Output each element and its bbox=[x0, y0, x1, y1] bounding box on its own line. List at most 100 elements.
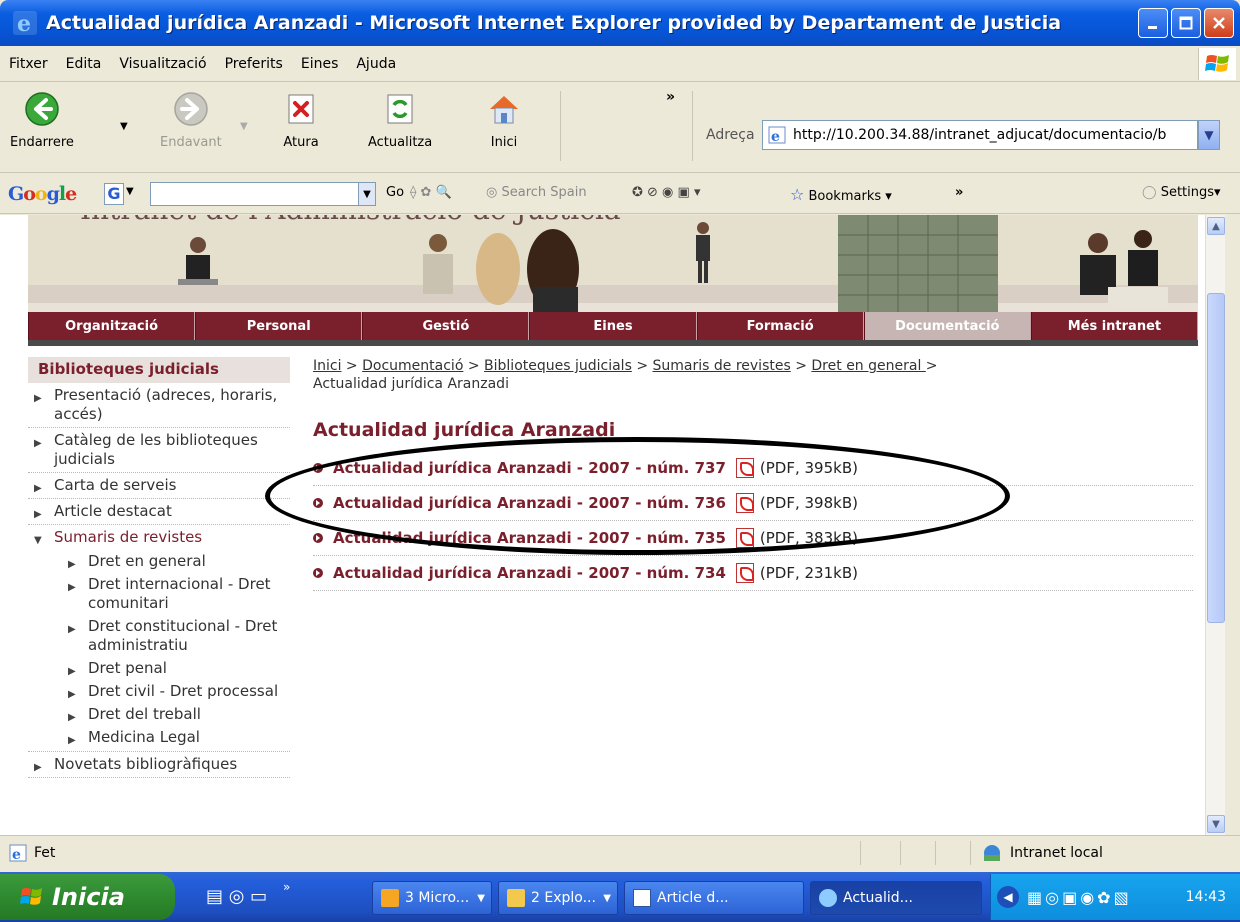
scroll-up-button[interactable]: ▲ bbox=[1207, 217, 1225, 235]
pdf-icon[interactable] bbox=[735, 528, 754, 548]
back-dropdown-icon[interactable]: ▼ bbox=[120, 121, 128, 132]
breadcrumb-inici[interactable]: Inici bbox=[313, 358, 341, 374]
sidebar-subitem-dret-penal[interactable]: ▶ Dret penal bbox=[28, 657, 290, 680]
address-dropdown-button[interactable]: ▼ bbox=[1198, 120, 1220, 150]
task-outlook[interactable]: 3 Micro... ▼ bbox=[372, 881, 492, 915]
google-menu-button[interactable]: G bbox=[104, 183, 124, 205]
pdf-icon[interactable] bbox=[735, 458, 754, 478]
google-go-button[interactable]: Go bbox=[386, 185, 404, 200]
task-word[interactable]: Article d... bbox=[624, 881, 804, 915]
sidebar-subitem-dret-treball[interactable]: ▶ Dret del treball bbox=[28, 703, 290, 726]
menu-file[interactable]: Fitxer bbox=[0, 56, 57, 72]
sidebar-item-presentacio[interactable]: ▶ Presentació (adreces, horaris, accés) bbox=[28, 383, 290, 428]
forward-dropdown-icon[interactable]: ▼ bbox=[240, 121, 248, 132]
sidebar-item-novetats[interactable]: ▶ Novetats bibliogràfiques bbox=[28, 752, 290, 778]
banner-people-figures bbox=[423, 229, 579, 319]
address-input[interactable]: e http://10.200.34.88/intranet_adjucat/d… bbox=[762, 120, 1198, 150]
svg-text:e: e bbox=[771, 129, 780, 145]
breadcrumb-biblioteques[interactable]: Biblioteques judicials bbox=[484, 358, 632, 374]
google-search-dropdown[interactable]: ▼ bbox=[358, 182, 376, 206]
nav-documentacio[interactable]: Documentació bbox=[863, 312, 1031, 340]
intranet-banner: Intranet de l'Administració de Justícia bbox=[28, 215, 1198, 320]
document-link[interactable]: Actualidad jurídica Aranzadi - 2007 - nú… bbox=[333, 564, 726, 582]
sidebar-item-label: Article destacat bbox=[54, 502, 172, 520]
start-button[interactable]: Inicia bbox=[0, 874, 175, 920]
bookmarks-button[interactable]: ☆ Bookmarks ▾ bbox=[790, 185, 892, 204]
scroll-down-button[interactable]: ▼ bbox=[1207, 815, 1225, 833]
sidebar-item-cataleg[interactable]: ▶ Catàleg de les biblioteques judicials bbox=[28, 428, 290, 473]
sidebar-subitem-dret-constitucional[interactable]: ▶ Dret constitucional - Dret administrati… bbox=[28, 615, 290, 657]
back-label: Endarrere bbox=[10, 135, 74, 150]
forward-arrow-icon bbox=[174, 92, 208, 126]
google-toolbar-overflow[interactable]: » bbox=[955, 185, 963, 200]
pdf-icon[interactable] bbox=[735, 493, 754, 513]
maximize-button[interactable] bbox=[1171, 8, 1201, 38]
sidebar-item-carta-serveis[interactable]: ▶ Carta de serveis bbox=[28, 473, 290, 499]
nav-mes-intranet[interactable]: Més intranet bbox=[1030, 312, 1198, 340]
nav-formacio[interactable]: Formació bbox=[696, 312, 864, 340]
menu-view[interactable]: Visualització bbox=[110, 56, 215, 72]
refresh-button[interactable]: Actualitza bbox=[368, 91, 432, 150]
sidebar-heading[interactable]: Biblioteques judicials bbox=[28, 357, 290, 383]
minimize-button[interactable] bbox=[1138, 8, 1168, 38]
breadcrumb-sumaris[interactable]: Sumaris de revistes bbox=[653, 358, 791, 374]
task-internet-explorer[interactable]: Actualid... bbox=[810, 881, 982, 915]
scroll-thumb[interactable] bbox=[1207, 293, 1225, 623]
pdf-icon[interactable] bbox=[735, 563, 754, 583]
quick-launch-overflow[interactable]: » bbox=[283, 880, 290, 894]
task-explorer[interactable]: 2 Explo... ▼ bbox=[498, 881, 618, 915]
triangle-right-icon: ▶ bbox=[34, 483, 42, 494]
sidebar-item-article-destacat[interactable]: ▶ Article destacat bbox=[28, 499, 290, 525]
google-logo[interactable]: Google bbox=[8, 183, 77, 205]
task-group-dropdown-icon: ▼ bbox=[603, 892, 611, 904]
menu-help[interactable]: Ajuda bbox=[347, 56, 405, 72]
main-navigation: Organització Personal Gestió Eines Forma… bbox=[28, 312, 1198, 340]
google-extras-icon[interactable]: ✪ ⊘ ◉ ▣ ▾ bbox=[632, 185, 700, 200]
back-button[interactable]: Endarrere bbox=[10, 91, 74, 150]
google-menu-dropdown-icon[interactable]: ▼ bbox=[126, 186, 134, 197]
sidebar-subitem-dret-internacional[interactable]: ▶ Dret internacional - Dret comunitari bbox=[28, 573, 290, 615]
menu-tools[interactable]: Eines bbox=[292, 56, 348, 72]
nav-gestio[interactable]: Gestió bbox=[362, 312, 530, 340]
page-title: Actualidad jurídica Aranzadi bbox=[313, 419, 616, 441]
sidebar-subitem-dret-civil[interactable]: ▶ Dret civil - Dret processal bbox=[28, 680, 290, 703]
triangle-right-icon: ▶ bbox=[34, 509, 42, 520]
banner-person-figure bbox=[178, 237, 218, 285]
breadcrumb-dret-general[interactable]: Dret en general bbox=[811, 358, 925, 374]
word-icon bbox=[633, 889, 651, 907]
window-title-bar[interactable]: e Actualidad jurídica Aranzadi - Microso… bbox=[0, 0, 1240, 46]
google-search-input[interactable] bbox=[150, 182, 360, 206]
menu-edit[interactable]: Edita bbox=[57, 56, 111, 72]
document-link[interactable]: Actualidad jurídica Aranzadi - 2007 - nú… bbox=[333, 494, 726, 512]
home-button[interactable]: Inici bbox=[486, 91, 522, 150]
forward-button[interactable]: Endavant bbox=[160, 91, 222, 150]
document-link[interactable]: Actualidad jurídica Aranzadi - 2007 - nú… bbox=[333, 529, 726, 547]
nav-organitzacio[interactable]: Organització bbox=[28, 312, 196, 340]
triangle-right-icon: ▶ bbox=[68, 735, 76, 746]
document-link[interactable]: Actualidad jurídica Aranzadi - 2007 - nú… bbox=[333, 459, 726, 477]
page-viewport[interactable]: Intranet de l'Administració de Justícia bbox=[0, 215, 1205, 835]
sidebar-subitem-medicina-legal[interactable]: ▶ Medicina Legal bbox=[28, 726, 290, 749]
triangle-right-icon: ▶ bbox=[34, 393, 42, 404]
sidebar-item-label: Catàleg de les biblioteques judicials bbox=[54, 431, 258, 468]
toolbar-overflow-button[interactable]: » bbox=[666, 89, 675, 105]
clock[interactable]: 14:43 bbox=[1186, 889, 1226, 905]
sidebar-subitem-label: Dret del treball bbox=[88, 705, 201, 723]
task-group-dropdown-icon: ▼ bbox=[477, 892, 485, 904]
close-button[interactable] bbox=[1204, 8, 1234, 38]
menu-favorites[interactable]: Preferits bbox=[216, 56, 292, 72]
google-search-site-button[interactable]: ◎ Search Spain bbox=[486, 185, 587, 200]
nav-personal[interactable]: Personal bbox=[195, 312, 363, 340]
vertical-scrollbar[interactable]: ▲ ▼ bbox=[1205, 215, 1225, 835]
sidebar-item-sumaris-revistes[interactable]: ▼ Sumaris de revistes bbox=[28, 525, 290, 550]
nav-eines[interactable]: Eines bbox=[529, 312, 697, 340]
quick-launch-icons[interactable]: ▤ ◎ ▭ bbox=[206, 886, 267, 907]
tray-expand-button[interactable]: ◀ bbox=[997, 886, 1019, 908]
google-settings-button[interactable]: ◯ Settings▾ bbox=[1142, 185, 1221, 200]
google-toolbar-buttons-icon[interactable]: ⟠ ✿ 🔍 bbox=[410, 185, 452, 200]
document-row: Actualidad jurídica Aranzadi - 2007 - nú… bbox=[313, 521, 1193, 556]
sidebar-subitem-dret-general[interactable]: ▶ Dret en general bbox=[28, 550, 290, 573]
breadcrumb-documentacio[interactable]: Documentació bbox=[362, 358, 463, 374]
stop-button[interactable]: Atura bbox=[283, 91, 319, 150]
tray-notification-icons[interactable]: ▦◎▣◉✿▧ bbox=[1027, 888, 1132, 907]
